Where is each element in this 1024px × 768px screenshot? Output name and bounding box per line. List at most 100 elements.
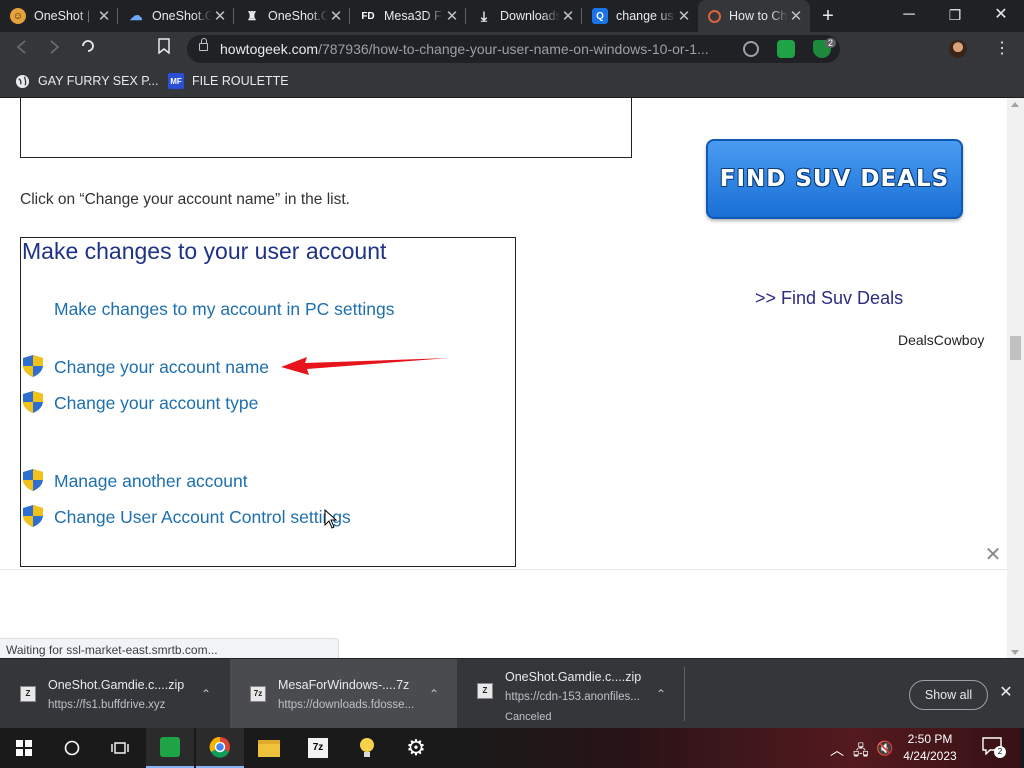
- uac-shield-icon: [23, 505, 43, 527]
- url-path: /787936/how-to-change-your-user-name-on-…: [318, 41, 709, 57]
- download-state: Canceled: [505, 711, 552, 723]
- taskbar-file-explorer[interactable]: [245, 728, 293, 768]
- back-arrow-icon: [16, 40, 26, 54]
- start-button[interactable]: [0, 728, 48, 768]
- q-icon: Q: [592, 8, 608, 24]
- close-icon[interactable]: ✕: [96, 7, 112, 25]
- green-extension-icon[interactable]: [777, 40, 795, 58]
- previous-screenshot-frame: [20, 98, 632, 158]
- manage-another-account-link[interactable]: Manage another account: [54, 471, 248, 492]
- chevron-up-icon[interactable]: ⌃: [428, 687, 440, 701]
- forward-arrow-icon: [50, 40, 60, 54]
- show-all-button[interactable]: Show all: [909, 680, 988, 710]
- uac-settings-link[interactable]: Change User Account Control settings: [54, 507, 351, 528]
- tab-title: change us: [616, 9, 674, 23]
- extension-badge: 2: [825, 38, 837, 48]
- bookmark-item[interactable]: GAY FURRY SEX P...: [14, 73, 158, 89]
- page-scrollbar[interactable]: [1007, 98, 1024, 658]
- url-text[interactable]: howtogeek.com/787936/how-to-change-your-…: [220, 41, 730, 57]
- cortana-button[interactable]: [48, 728, 96, 768]
- taskbar-settings[interactable]: ⚙: [392, 728, 440, 768]
- scroll-thumb[interactable]: [1010, 336, 1021, 360]
- close-icon[interactable]: ✕: [212, 7, 228, 25]
- tab-oneshot-3[interactable]: ♜ OneShot.G ✕: [234, 0, 350, 32]
- red-arrow-icon: [281, 357, 449, 375]
- download-item[interactable]: Z OneShot.Gamdie.c....zip https://fs1.bu…: [0, 659, 230, 729]
- network-icon[interactable]: 🖧: [853, 740, 869, 764]
- system-clock[interactable]: 2:50 PM 4/24/2023: [890, 731, 970, 765]
- change-account-type-link[interactable]: Change your account type: [54, 393, 258, 414]
- close-icon[interactable]: ✕: [788, 7, 804, 25]
- download-item[interactable]: 7z MesaForWindows-....7z https://downloa…: [230, 659, 457, 729]
- chrome-icon: [209, 736, 230, 758]
- restore-button[interactable]: ❐: [932, 0, 978, 32]
- taskbar-sheets[interactable]: [146, 728, 194, 768]
- fd-icon: FD: [361, 10, 375, 22]
- taskbar-7zip[interactable]: 7z: [294, 728, 342, 768]
- chevron-up-icon[interactable]: ︿: [830, 740, 844, 760]
- bookmark-label: GAY FURRY SEX P...: [38, 74, 159, 88]
- change-account-name-link[interactable]: Change your account name: [54, 357, 269, 378]
- zip-file-icon: Z: [20, 686, 36, 702]
- bookmark-label: FILE ROULETTE: [192, 74, 289, 88]
- url-host: howtogeek.com: [220, 41, 319, 57]
- profile-avatar[interactable]: [946, 37, 970, 61]
- forward-button[interactable]: [42, 37, 66, 61]
- sheets-app-icon: [160, 737, 180, 757]
- download-item[interactable]: Z OneShot.Gamdie.c....zip https://cdn-15…: [457, 659, 684, 729]
- new-tab-button[interactable]: +: [816, 4, 840, 28]
- minimize-button[interactable]: ─: [886, 0, 932, 32]
- find-suv-deals-link[interactable]: >> Find Suv Deals: [755, 288, 903, 309]
- bookmark-item[interactable]: MF FILE ROULETTE: [168, 73, 289, 89]
- close-icon[interactable]: ✕: [444, 7, 460, 25]
- bookmarks-bar: GAY FURRY SEX P... MF FILE ROULETTE: [0, 66, 1024, 98]
- scroll-up-arrow-icon[interactable]: [1011, 102, 1019, 107]
- lightbulb-icon: [360, 738, 374, 757]
- chevron-up-icon[interactable]: ⌃: [200, 687, 212, 701]
- download-shelf: Z OneShot.Gamdie.c....zip https://fs1.bu…: [0, 658, 1024, 729]
- tab-oneshot-1[interactable]: ☺ OneShot | ✕: [0, 0, 118, 32]
- clock-time: 2:50 PM: [907, 732, 953, 746]
- tab-how-to-change[interactable]: How to Ch ✕: [698, 0, 810, 32]
- task-view-button[interactable]: [96, 728, 144, 768]
- address-bar[interactable]: howtogeek.com/787936/how-to-change-your-…: [187, 35, 840, 63]
- windows-logo-icon: [16, 740, 32, 756]
- scroll-down-arrow-icon[interactable]: [1011, 650, 1019, 655]
- avatar-icon: [949, 40, 967, 58]
- close-window-button[interactable]: ✕: [978, 0, 1024, 32]
- lock-icon: [199, 38, 208, 51]
- taskbar-tips[interactable]: [343, 728, 391, 768]
- close-icon[interactable]: ✕: [328, 7, 344, 25]
- oneshot-icon: ☺: [10, 8, 26, 24]
- blocked-popup-icon[interactable]: [743, 41, 759, 57]
- tab-change-username[interactable]: Q change us ✕: [582, 0, 698, 32]
- tab-title: Downloads: [500, 9, 560, 23]
- tab-oneshot-2[interactable]: ☁ OneShot.G ✕: [118, 0, 234, 32]
- 7z-file-icon: 7z: [250, 686, 266, 702]
- zip-file-icon: Z: [477, 683, 493, 699]
- panel-title: Make changes to your user account: [22, 238, 387, 264]
- download-name: OneShot.Gamdie.c....zip: [505, 670, 642, 684]
- tab-mesa3d[interactable]: FD Mesa3D F ✕: [350, 0, 466, 32]
- action-center-button[interactable]: 2: [982, 737, 1006, 758]
- chevron-up-icon[interactable]: ⌃: [655, 687, 667, 701]
- tab-strip: ☺ OneShot | ✕ ☁ OneShot.G ✕ ♜ OneShot.G …: [0, 0, 1024, 32]
- user-account-screenshot: Make changes to your user account Make c…: [20, 237, 516, 567]
- figure-icon: ♜: [246, 9, 258, 23]
- bookmark-icon: [158, 38, 170, 55]
- pc-settings-link[interactable]: Make changes to my account in PC setting…: [54, 299, 394, 320]
- status-bubble: Waiting for ssl-market-east.smrtb.com...: [0, 638, 339, 658]
- stop-loading-button[interactable]: [76, 37, 100, 61]
- close-download-shelf-button[interactable]: ✕: [997, 684, 1015, 702]
- close-icon[interactable]: ✕: [676, 7, 692, 25]
- back-button[interactable]: [10, 37, 34, 61]
- ad-button-label: FIND SUV DEALS: [719, 166, 950, 192]
- bookmark-button[interactable]: [152, 37, 176, 61]
- tab-downloads[interactable]: ⤓ Downloads ✕: [466, 0, 582, 32]
- taskbar-chrome[interactable]: [196, 728, 244, 768]
- download-icon: ⤓: [480, 7, 488, 24]
- menu-button[interactable]: ⋮: [990, 37, 1014, 61]
- close-icon[interactable]: ✕: [560, 7, 576, 25]
- find-suv-deals-ad[interactable]: FIND SUV DEALS: [706, 139, 963, 219]
- close-ad-button[interactable]: ✕: [983, 545, 1003, 565]
